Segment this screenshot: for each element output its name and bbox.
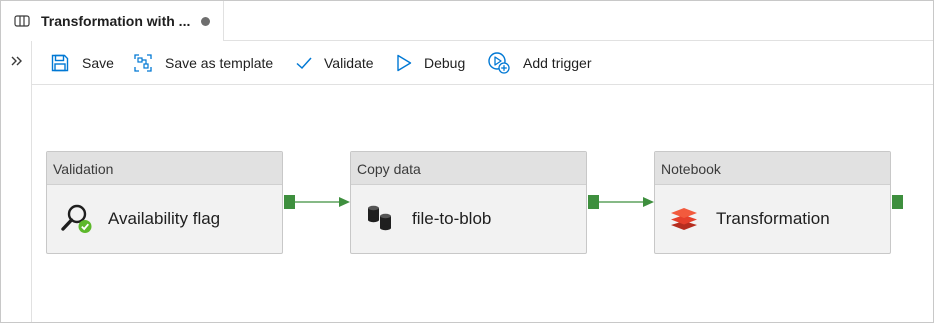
tab-title: Transformation with ... <box>41 13 191 29</box>
pipeline-toolbar: Save Save as template Validate Debug Add… <box>32 41 933 85</box>
tab-strip: Transformation with ... <box>1 1 933 41</box>
magnifier-check-icon <box>61 204 92 233</box>
activity-copy-data[interactable]: Copy data file-to-blob <box>350 151 587 254</box>
save-button[interactable]: Save <box>50 51 114 75</box>
layers-stack-icon <box>671 208 697 230</box>
activity-notebook[interactable]: Notebook Transformation <box>654 151 891 254</box>
tab-pipeline[interactable]: Transformation with ... <box>1 1 224 41</box>
activity-header: Validation <box>47 152 282 185</box>
pipeline-icon <box>14 15 30 27</box>
activity-name: Availability flag <box>108 209 221 228</box>
save-label: Save <box>82 55 114 71</box>
validate-label: Validate <box>324 55 374 71</box>
double-chevron-right-icon[interactable] <box>10 54 24 68</box>
activity-type-label: Validation <box>53 161 114 177</box>
pipeline-editor: Transformation with ... Save Save as tem… <box>0 0 934 323</box>
activity-type-label: Copy data <box>357 161 421 177</box>
activity-body: file-to-blob <box>351 185 586 253</box>
template-icon <box>134 54 152 72</box>
pipeline-canvas[interactable]: Validation Availability flag Copy data f… <box>32 86 933 322</box>
activity-header: Notebook <box>655 152 890 185</box>
add-trigger-button[interactable]: Add trigger <box>487 51 591 75</box>
activity-type-label: Notebook <box>661 161 721 177</box>
success-output-port[interactable] <box>892 195 903 209</box>
save-as-template-button[interactable]: Save as template <box>133 51 273 75</box>
success-output-port[interactable] <box>588 195 599 209</box>
checkmark-icon <box>296 57 312 70</box>
connector-arrowhead <box>339 197 350 207</box>
unsaved-indicator <box>201 17 210 26</box>
activity-header: Copy data <box>351 152 586 185</box>
play-icon <box>397 54 412 72</box>
activity-name: file-to-blob <box>412 209 492 228</box>
activity-body: Availability flag <box>47 185 282 253</box>
save-icon <box>51 54 69 72</box>
database-cylinders-icon <box>368 205 391 231</box>
success-output-port[interactable] <box>284 195 295 209</box>
factory-resources-rail <box>1 41 32 322</box>
connector-arrowhead <box>643 197 654 207</box>
add-trigger-label: Add trigger <box>523 55 592 71</box>
debug-label: Debug <box>424 55 466 71</box>
validate-button[interactable]: Validate <box>294 51 374 75</box>
debug-button[interactable]: Debug <box>394 51 465 75</box>
activity-body: Transformation <box>655 185 890 253</box>
save-as-template-label: Save as template <box>165 55 274 71</box>
activity-validation[interactable]: Validation Availability flag <box>46 151 283 254</box>
activity-name: Transformation <box>716 209 830 228</box>
trigger-icon <box>488 52 510 74</box>
